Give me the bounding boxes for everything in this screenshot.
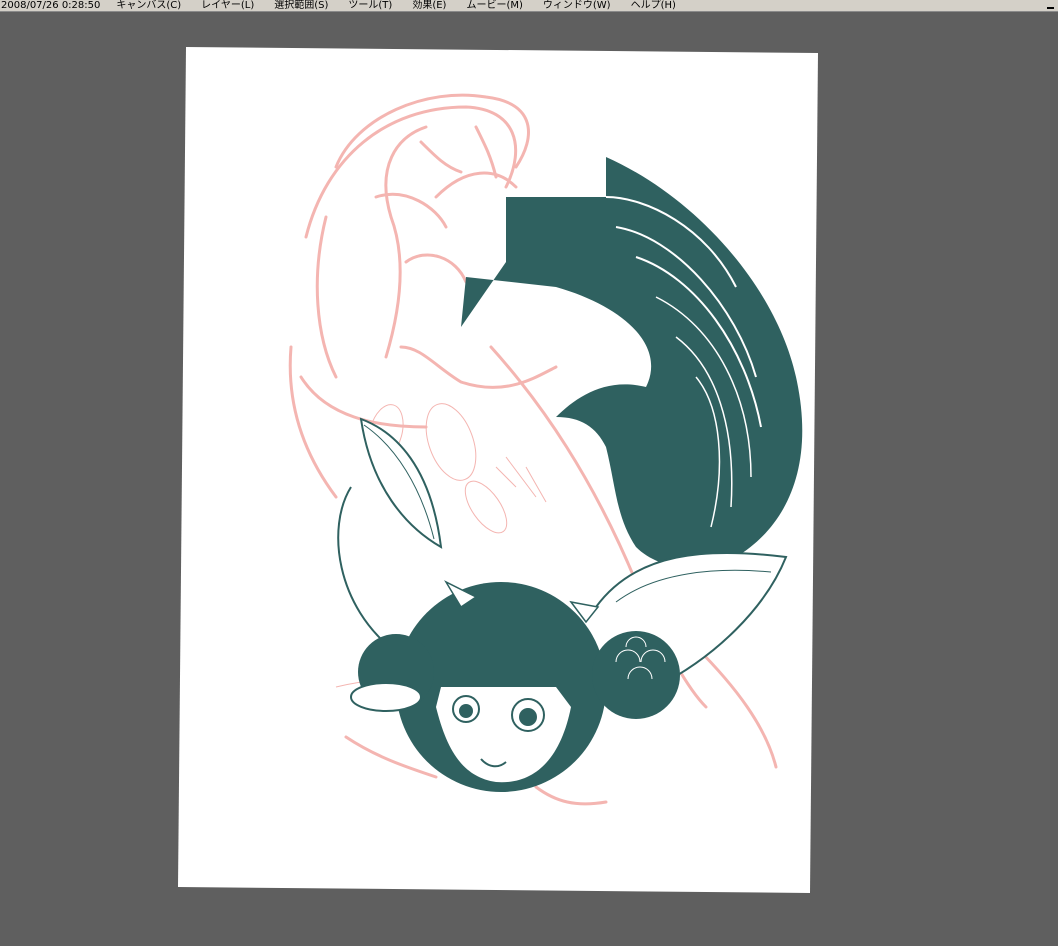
menu-effect[interactable]: 効果(E)	[402, 0, 456, 11]
minimize-icon	[1046, 7, 1054, 9]
menu-canvas[interactable]: キャンバス(C)	[106, 0, 191, 11]
menu-layer[interactable]: レイヤー(L)	[191, 0, 264, 11]
paint-application: 2008/07/26 0:28:50 キャンバス(C) レイヤー(L) 選択範囲…	[0, 0, 1058, 946]
menu-items: キャンバス(C) レイヤー(L) 選択範囲(S) ツール(T) 効果(E) ムー…	[106, 0, 686, 11]
timestamp: 2008/07/26 0:28:50	[1, 0, 101, 11]
menu-selection[interactable]: 選択範囲(S)	[264, 0, 338, 11]
menu-window[interactable]: ウィンドウ(W)	[533, 0, 621, 11]
minimize-button[interactable]	[1045, 0, 1055, 11]
drawing-canvas[interactable]	[176, 47, 818, 893]
menu-bar: 2008/07/26 0:28:50 キャンバス(C) レイヤー(L) 選択範囲…	[0, 0, 1058, 12]
menu-tool[interactable]: ツール(T)	[338, 0, 402, 11]
menu-movie[interactable]: ムービー(M)	[456, 0, 532, 11]
menu-help[interactable]: ヘルプ(H)	[621, 0, 686, 11]
canvas-area[interactable]	[176, 47, 818, 893]
